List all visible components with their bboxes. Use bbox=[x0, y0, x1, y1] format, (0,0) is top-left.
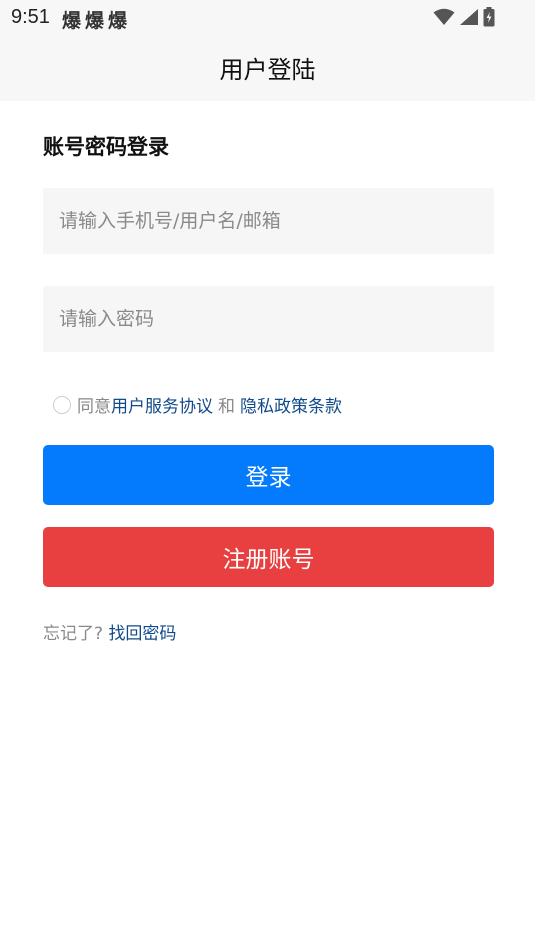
status-time: 9:51 bbox=[11, 6, 50, 28]
app-header: 用户登陆 bbox=[0, 36, 535, 101]
privacy-policy-link[interactable]: 隐私政策条款 bbox=[240, 392, 342, 417]
status-bar: 9:51 爆爆爆 bbox=[0, 0, 535, 36]
wifi-icon bbox=[433, 8, 455, 25]
forgot-row: 忘记了? 找回密码 bbox=[43, 619, 176, 644]
status-icons bbox=[433, 7, 495, 27]
and-text: 和 bbox=[218, 397, 235, 417]
section-title: 账号密码登录 bbox=[43, 135, 169, 159]
register-button[interactable]: 注册账号 bbox=[43, 527, 494, 587]
service-agreement-link[interactable]: 用户服务协议 bbox=[111, 392, 213, 417]
agreement-radio[interactable] bbox=[53, 395, 71, 414]
battery-charging-icon bbox=[483, 7, 495, 27]
recover-password-link[interactable]: 找回密码 bbox=[108, 624, 176, 644]
signal-icon bbox=[460, 9, 478, 25]
account-input[interactable] bbox=[43, 188, 494, 254]
forgot-text: 忘记了? bbox=[43, 624, 104, 644]
notification-icons: 爆爆爆 bbox=[62, 10, 132, 32]
password-input[interactable] bbox=[43, 286, 494, 352]
agree-prefix: 同意 bbox=[77, 397, 111, 417]
page-title: 用户登陆 bbox=[219, 56, 316, 84]
login-button[interactable]: 登录 bbox=[43, 445, 494, 505]
agreement-row: 同意 用户服务协议 和 隐私政策条款 bbox=[53, 392, 342, 417]
